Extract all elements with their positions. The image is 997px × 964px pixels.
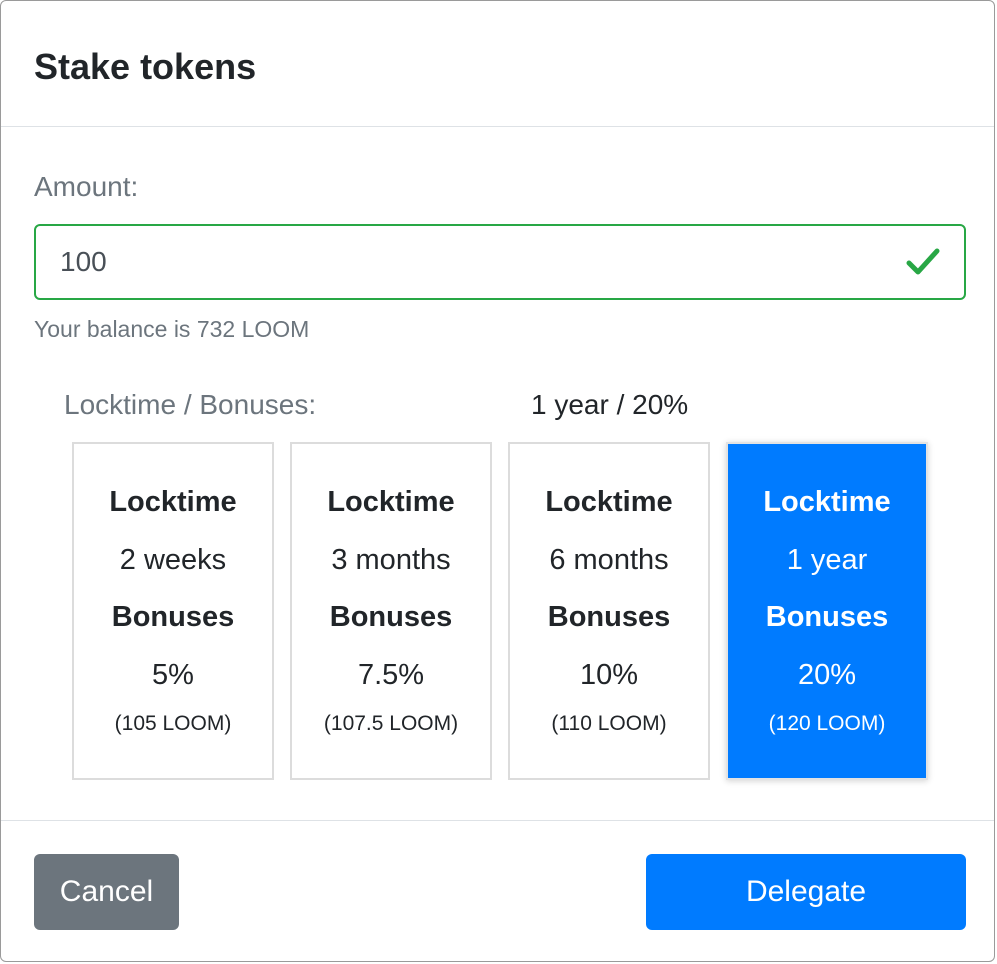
- stake-tokens-modal: Stake tokens Amount: Your balance is 732…: [0, 0, 995, 962]
- option-locktime-heading: Locktime: [109, 486, 237, 518]
- option-bonuses-heading: Bonuses: [329, 601, 453, 633]
- option-bonuses-heading: Bonuses: [111, 601, 235, 633]
- option-locktime-value: 1 year: [786, 544, 868, 576]
- delegate-button[interactable]: Delegate: [646, 854, 966, 930]
- locktime-option-2-weeks[interactable]: Locktime 2 weeks Bonuses 5% (105 LOOM): [72, 442, 274, 780]
- option-bonus-value: 5%: [152, 659, 194, 691]
- modal-body: Amount: Your balance is 732 LOOM Locktim…: [1, 127, 994, 821]
- modal-footer: Cancel Delegate: [1, 821, 994, 961]
- modal-header: Stake tokens: [1, 1, 994, 127]
- amount-field[interactable]: [34, 224, 966, 300]
- locktime-row: Locktime / Bonuses: 1 year / 20%: [64, 385, 924, 425]
- locktime-options: Locktime 2 weeks Bonuses 5% (105 LOOM) L…: [72, 442, 928, 780]
- option-bonus-value: 7.5%: [357, 659, 425, 691]
- option-bonus-amount: (110 LOOM): [551, 712, 667, 735]
- option-locktime-value: 3 months: [331, 544, 451, 576]
- amount-label: Amount:: [34, 171, 139, 202]
- option-locktime-heading: Locktime: [545, 486, 673, 518]
- option-bonus-value: 10%: [579, 659, 639, 691]
- locktime-option-1-year[interactable]: Locktime 1 year Bonuses 20% (120 LOOM): [726, 442, 928, 780]
- option-bonuses-heading: Bonuses: [547, 601, 671, 633]
- locktime-label: Locktime / Bonuses:: [64, 389, 317, 420]
- option-bonus-amount: (107.5 LOOM): [323, 712, 459, 735]
- balance-text: Your balance is 732 LOOM: [34, 316, 310, 342]
- option-bonus-value: 20%: [797, 659, 857, 691]
- option-bonus-amount: (105 LOOM): [114, 712, 232, 735]
- option-locktime-value: 6 months: [549, 544, 669, 576]
- check-icon: [906, 245, 940, 279]
- modal-title: Stake tokens: [34, 46, 257, 87]
- locktime-option-3-months[interactable]: Locktime 3 months Bonuses 7.5% (107.5 LO…: [290, 442, 492, 780]
- amount-input[interactable]: [60, 246, 906, 278]
- locktime-selected-summary: 1 year / 20%: [531, 389, 689, 420]
- option-locktime-heading: Locktime: [763, 486, 891, 518]
- cancel-button[interactable]: Cancel: [34, 854, 179, 930]
- option-locktime-value: 2 weeks: [119, 544, 227, 576]
- locktime-option-6-months[interactable]: Locktime 6 months Bonuses 10% (110 LOOM): [508, 442, 710, 780]
- option-bonuses-heading: Bonuses: [765, 601, 889, 633]
- option-bonus-amount: (120 LOOM): [768, 712, 886, 735]
- option-locktime-heading: Locktime: [327, 486, 455, 518]
